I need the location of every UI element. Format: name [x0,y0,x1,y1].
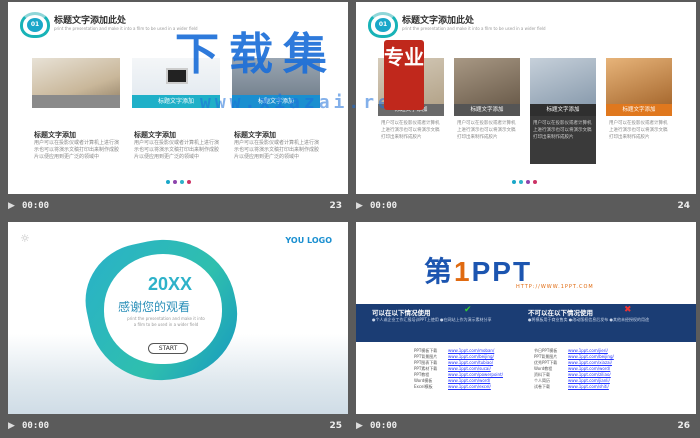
slide-number: 24 [677,201,690,211]
year-heading: 20XX [148,274,193,294]
column-text: 用户可以在投影仪或者计算机上进行演示也可以将演示文稿打印出来制作成胶片以便应用到… [34,140,120,160]
thanks-subtitle: print the presentation and make it into … [127,316,205,327]
logo-part: 第 [424,256,455,287]
badge-number: 01 [375,18,391,32]
pagination-dots [512,180,537,184]
thumbnail-footer: ▶ 00:00 24 [356,197,696,215]
links-list-left: PPT模板下载 www.1ppt.com/moban/ PPT背景图片 www.1p… [414,348,503,390]
slide-title: 标题文字添加此处 [54,16,127,26]
links-list-right: 节日PPT模板 www.1ppt.com/jieri/ PPT背景图片 www.1p… [534,348,614,390]
section-badge: 01 [20,12,50,38]
slide-title: 标题文字添加此处 [402,16,475,26]
card-text: 用户可以在投影仪或者计算机上进行演示也可以将演示文稿打印出来制作成胶片 [381,121,440,140]
watermark-url: www.xiazai.red [200,92,408,113]
allowed-text: ●个人或企业工作汇报培训PPT上使用 ●在网站上作为演示素材分享 [372,317,492,322]
slide-duration: 00:00 [370,421,398,431]
column-text: 用户可以在投影仪或者计算机上进行演示也可以将演示文稿打印出来制作成胶片以便应用到… [234,140,320,160]
logo-part: 1 [454,256,472,287]
slide-number: 25 [329,421,342,431]
content-card: 标题文字添加 用户可以在投影仪或者计算机上进行演示也可以将演示文稿打印出来制作成… [454,58,520,164]
badge-number: 01 [27,18,43,32]
logo-part: PPT [471,256,533,287]
lightbulb-icon: ☼ [20,232,30,245]
slide-duration: 00:00 [22,201,50,211]
link-row: 试卷下载 www.1ppt.com/shiti/ [534,384,609,390]
column-title: 标题文字添加 [234,131,276,139]
column-title: 标题文字添加 [134,131,176,139]
play-icon[interactable]: ▶ [356,421,363,431]
link[interactable]: www.1ppt.com/excel/ [448,384,491,390]
photo-desk [32,58,120,108]
company-logo: YOU LOGO [285,236,332,245]
allowed-heading: 可以在以下情况使用 [372,309,431,317]
link-row: Excel模板 www.1ppt.com/excel/ [414,384,491,390]
column-title: 标题文字添加 [34,131,76,139]
slide-thumbnail-25[interactable]: ☼ YOU LOGO 20XX 感谢您的观看 print the present… [8,222,348,436]
link[interactable]: www.1ppt.com/shiti/ [568,384,609,390]
card-caption: 标题文字添加 [606,104,672,116]
usage-band: 可以在以下情况使用 ✔ ●个人或企业工作汇报培训PPT上使用 ●在网站上作为演示… [356,304,696,342]
card-text: 用户可以在投影仪或者计算机上进行演示也可以将演示文稿打印出来制作成胶片 [609,121,668,140]
card-caption: 标题文字添加 [530,104,596,116]
play-icon[interactable]: ▶ [8,421,15,431]
slide-number: 23 [329,201,342,211]
watermark-text: 下载集 [175,29,337,80]
slide-thumbnail-26[interactable]: 第1PPT HTTP://WWW.1PPT.COM 可以在以下情况使用 ✔ ●个… [356,222,696,436]
section-badge: 01 [368,12,398,38]
thumbnail-footer: ▶ 00:00 25 [8,417,348,435]
pagination-dots [166,180,191,184]
site-url: HTTP://WWW.1PPT.COM [516,284,594,290]
photo-caption [32,95,120,108]
slide-duration: 00:00 [22,421,50,431]
start-button[interactable]: START [148,343,188,354]
play-icon[interactable]: ▶ [8,201,15,211]
thumbnail-footer: ▶ 00:00 26 [356,417,696,435]
slide-number: 26 [677,421,690,431]
thumbnail-footer: ▶ 00:00 23 [8,197,348,215]
denied-heading: 不可以在以下情况使用 [528,309,593,317]
watermark-seal: 专业 [384,40,424,110]
check-icon: ✔ [464,305,472,315]
slide-subtitle: print the presentation and make it into … [402,26,546,31]
denied-text: ●将模板用于商业售卖 ●改动版权信息后发布 ●其他未经授权的用途 [528,317,650,322]
cross-icon: ✖ [624,305,632,315]
card-text: 用户可以在投影仪或者计算机上进行演示也可以将演示文稿打印出来制作成胶片 [457,121,516,140]
content-card: 标题文字添加 用户可以在投影仪或者计算机上进行演示也可以将演示文稿打印出来制作成… [606,58,672,164]
play-icon[interactable]: ▶ [356,201,363,211]
thanks-heading: 感谢您的观看 [118,300,191,314]
content-card: 标题文字添加 用户可以在投影仪或者计算机上进行演示也可以将演示文稿打印出来制作成… [530,58,596,164]
slide-canvas: 第1PPT HTTP://WWW.1PPT.COM 可以在以下情况使用 ✔ ●个… [356,222,696,414]
card-caption: 标题文字添加 [454,104,520,116]
card-text: 用户可以在投影仪或者计算机上进行演示也可以将演示文稿打印出来制作成胶片 [533,121,592,140]
slide-canvas: ☼ YOU LOGO 20XX 感谢您的观看 print the present… [8,222,348,414]
slide-duration: 00:00 [370,201,398,211]
column-text: 用户可以在投影仪或者计算机上进行演示也可以将演示文稿打印出来制作成胶片以便应用到… [134,140,220,160]
